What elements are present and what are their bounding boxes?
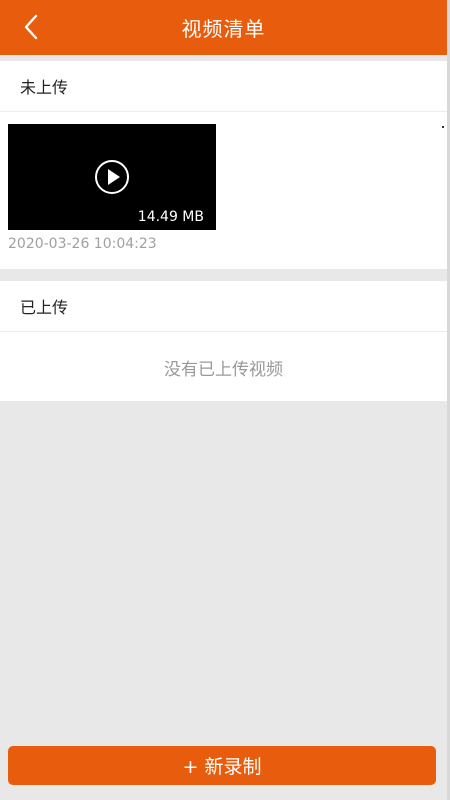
uploaded-section: 已上传 没有已上传视频 [0,281,447,401]
video-thumbnail[interactable]: 14.49 MB [8,124,216,230]
play-circle-icon[interactable] [94,159,130,195]
pending-section-title: 未上传 [0,61,447,112]
uploaded-section-title: 已上传 [0,281,447,332]
video-file-size: 14.49 MB [137,209,204,225]
chevron-left-icon [24,14,38,40]
pending-upload-section: 未上传 14.49 MB 2020-03-26 10:04:23 [0,61,447,269]
decorative-dot [442,126,444,128]
page-title: 视频清单 [181,17,266,41]
video-timestamp: 2020-03-26 10:04:23 [8,236,157,252]
app-header: 视频清单 [0,0,447,55]
new-record-button[interactable]: + 新录制 [8,746,436,785]
back-button[interactable] [14,10,50,44]
video-list-screen: 视频清单 未上传 14.49 MB 2020-03-26 10:04:23 已上… [0,0,450,800]
uploaded-empty-message: 没有已上传视频 [164,359,283,380]
